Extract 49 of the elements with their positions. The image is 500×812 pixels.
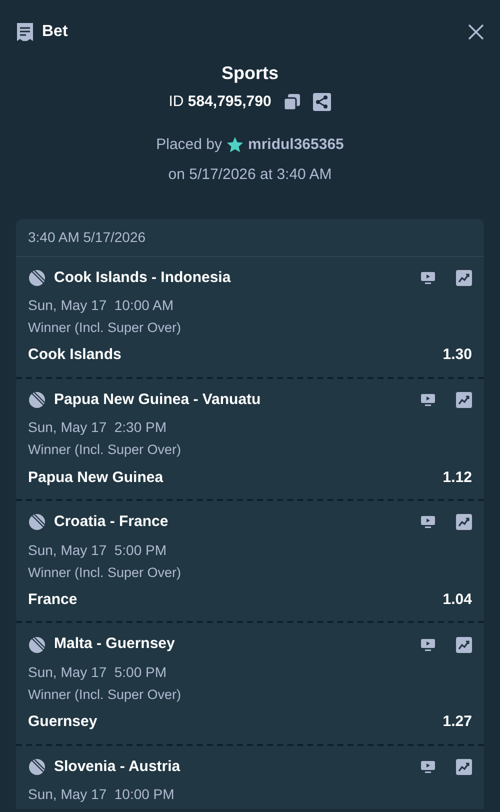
cricket-ball-icon — [28, 513, 46, 532]
event-name: Cook Islands - Indonesia — [54, 268, 232, 288]
market-name: Winner (Incl. Super Over) — [28, 441, 182, 460]
cricket-ball-icon — [28, 636, 46, 654]
selection-name: Cook Islands — [28, 345, 122, 366]
tv-icon[interactable] — [420, 393, 436, 407]
event-name: Croatia - France — [54, 512, 170, 532]
market-name: Winner (Incl. Super Over) — [28, 686, 182, 704]
tv-icon[interactable] — [420, 760, 436, 774]
event-start-time: Sun, May 17 10:00 PM — [28, 785, 176, 804]
cricket-ball-icon — [28, 268, 46, 287]
event-start-time: Sun, May 17 2:30 PM — [28, 418, 168, 438]
receipt-icon — [16, 22, 34, 42]
event-start-time: Sun, May 17 10:00 AM — [28, 296, 175, 315]
cricket-ball-icon — [28, 391, 46, 409]
odds-value: 1.27 — [442, 712, 472, 732]
star-icon — [226, 136, 244, 154]
event-start-time: Sun, May 17 5:00 PM — [28, 540, 168, 560]
panel-title: Bet — [42, 22, 69, 42]
event-name: Malta - Guernsey — [54, 634, 176, 654]
bet-id: ID 584,795,790 — [168, 92, 272, 112]
tv-icon[interactable] — [420, 515, 436, 530]
tv-icon[interactable] — [420, 270, 436, 285]
odds-value: 1.04 — [442, 590, 472, 610]
event-start-time: Sun, May 17 5:00 PM — [28, 662, 168, 682]
placed-by-label: Placed by — [156, 134, 222, 154]
selection-name: Papua New Guinea — [28, 468, 164, 488]
bet-type-title: Sports — [221, 62, 278, 85]
chart-icon[interactable] — [456, 392, 472, 408]
event-name: Slovenia - Austria — [54, 756, 182, 776]
odds-value: 1.30 — [442, 345, 472, 366]
close-icon[interactable] — [468, 24, 484, 40]
event-name: Papua New Guinea - Vanuatu — [54, 390, 262, 410]
chart-icon[interactable] — [456, 758, 472, 775]
placed-date: on 5/17/2026 at 3:40 AM — [168, 165, 332, 185]
username-link[interactable]: mridul365365 — [248, 134, 344, 156]
selection-name: France — [28, 590, 78, 610]
chart-icon[interactable] — [456, 514, 472, 530]
selection-name: Guernsey — [28, 712, 98, 732]
market-name: Winner (Incl. Super Over) — [28, 564, 182, 582]
copy-icon[interactable] — [283, 93, 302, 112]
market-name: Winner (Incl. Super Over) — [28, 319, 182, 337]
share-icon[interactable] — [313, 93, 332, 112]
tv-icon[interactable] — [420, 638, 436, 652]
chart-icon[interactable] — [456, 636, 472, 652]
odds-value: 1.12 — [442, 468, 472, 488]
chart-icon[interactable] — [456, 270, 472, 286]
slip-timestamp: 3:40 AM 5/17/2026 — [16, 218, 484, 256]
cricket-ball-icon — [28, 758, 46, 776]
